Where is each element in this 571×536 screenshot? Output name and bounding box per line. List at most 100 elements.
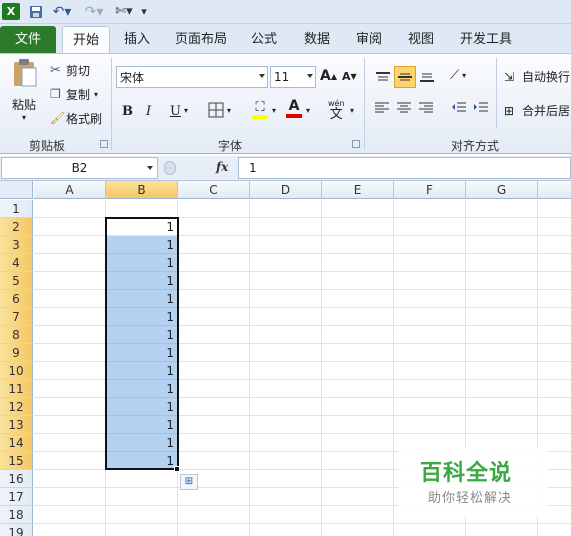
grow-font-label: A bbox=[320, 68, 331, 84]
align-center-button[interactable] bbox=[394, 102, 414, 114]
bold-button[interactable]: B bbox=[122, 104, 133, 119]
clipboard-launcher-icon[interactable] bbox=[100, 140, 108, 148]
col-header-b[interactable]: B bbox=[106, 181, 178, 199]
font-color-button[interactable]: A bbox=[286, 98, 302, 118]
row-header-6[interactable]: 6 bbox=[0, 290, 33, 308]
col-header-c[interactable]: C bbox=[178, 181, 250, 199]
cut-button[interactable]: ✂ 剪切 bbox=[50, 60, 90, 80]
undo-icon[interactable]: ↶▾ bbox=[50, 3, 74, 20]
fx-icon[interactable]: fx bbox=[216, 160, 228, 174]
formula-bar-handle[interactable] bbox=[164, 161, 176, 175]
tab-review[interactable]: 审阅 bbox=[348, 26, 390, 53]
row-header-11[interactable]: 11 bbox=[0, 380, 33, 398]
align-center-icon bbox=[397, 102, 411, 113]
orientation-button[interactable]: ⟋ ▾ bbox=[450, 68, 466, 83]
increase-indent-button[interactable] bbox=[472, 102, 490, 114]
excel-logo-icon[interactable]: X bbox=[2, 3, 20, 20]
border-button[interactable]: ▾ bbox=[208, 102, 231, 118]
wrap-text-button[interactable]: ⇲ 自动换行 bbox=[504, 68, 570, 85]
row-header-7[interactable]: 7 bbox=[0, 308, 33, 326]
row-header-15[interactable]: 15 bbox=[0, 452, 33, 470]
col-header-e[interactable]: E bbox=[322, 181, 394, 199]
save-icon[interactable] bbox=[28, 3, 44, 20]
copy-button[interactable]: ❐ 复制 ▾ bbox=[50, 84, 98, 104]
border-icon bbox=[208, 102, 224, 118]
quick-access-toolbar: X ↶▾ ↷▾ ✄▾ ▾ bbox=[0, 0, 571, 24]
col-header-g[interactable]: G bbox=[466, 181, 538, 199]
separator bbox=[364, 58, 365, 150]
row-header-5[interactable]: 5 bbox=[0, 272, 33, 290]
row-header-2[interactable]: 2 bbox=[0, 218, 33, 236]
align-right-button[interactable] bbox=[416, 102, 436, 114]
formula-bar: B2 fx 1 bbox=[0, 156, 571, 181]
col-header-d[interactable]: D bbox=[250, 181, 322, 199]
alignment-group-label: 对齐方式 bbox=[450, 139, 499, 153]
font-group-label: 字体 bbox=[217, 139, 242, 153]
row-header-17[interactable]: 17 bbox=[0, 488, 33, 506]
tab-data[interactable]: 数据 bbox=[296, 26, 338, 53]
underline-button[interactable]: U bbox=[170, 104, 181, 119]
col-header-a[interactable]: A bbox=[34, 181, 106, 199]
redo-icon[interactable]: ↷▾ bbox=[82, 3, 106, 20]
align-left-button[interactable] bbox=[372, 102, 392, 114]
align-top-button[interactable] bbox=[372, 66, 394, 88]
tab-view[interactable]: 视图 bbox=[400, 26, 442, 53]
format-painter-button[interactable]: 🖌 格式刷 bbox=[50, 108, 102, 128]
tab-page-layout[interactable]: 页面布局 bbox=[170, 26, 232, 53]
paint-bucket-icon: ⛶ bbox=[255, 100, 265, 115]
row-header-10[interactable]: 10 bbox=[0, 362, 33, 380]
row-header-4[interactable]: 4 bbox=[0, 254, 33, 272]
formula-value: 1 bbox=[249, 161, 257, 175]
col-header-f[interactable]: F bbox=[394, 181, 466, 199]
tab-insert[interactable]: 插入 bbox=[116, 26, 158, 53]
row-header-3[interactable]: 3 bbox=[0, 236, 33, 254]
name-box[interactable]: B2 bbox=[1, 157, 158, 179]
font-name-select[interactable]: 宋体 bbox=[116, 66, 268, 88]
fill-color-button[interactable]: ⛶ bbox=[252, 100, 268, 119]
italic-button[interactable]: I bbox=[146, 104, 151, 119]
paste-icon bbox=[14, 59, 37, 87]
align-middle-button[interactable] bbox=[394, 66, 416, 88]
row-header-12[interactable]: 12 bbox=[0, 398, 33, 416]
underline-dropdown-icon[interactable]: ▾ bbox=[184, 106, 188, 115]
row-header-16[interactable]: 16 bbox=[0, 470, 33, 488]
tab-home[interactable]: 开始 bbox=[62, 26, 110, 54]
copy-icon: ❐ bbox=[50, 87, 61, 101]
shrink-font-label: A bbox=[342, 70, 351, 83]
font-color-dropdown-icon[interactable]: ▾ bbox=[306, 106, 310, 115]
select-all-corner[interactable] bbox=[0, 181, 33, 199]
ribbon-tabs: 文件 开始 插入 页面布局 公式 数据 审阅 视图 开发工具 bbox=[0, 24, 571, 54]
paste-label: 粘贴 bbox=[11, 98, 36, 112]
merge-center-button[interactable]: ⊞ 合并后居 bbox=[504, 102, 570, 119]
font-launcher-icon[interactable] bbox=[352, 140, 360, 148]
fill-handle[interactable] bbox=[174, 466, 180, 472]
shrink-font-button[interactable]: A ▼ bbox=[342, 70, 357, 83]
decrease-indent-button[interactable] bbox=[450, 102, 468, 114]
clipboard-group-label: 剪贴板 bbox=[28, 139, 65, 153]
tab-formulas[interactable]: 公式 bbox=[244, 26, 284, 53]
qat-menu-icon[interactable]: ▾ bbox=[138, 3, 150, 20]
row-header-8[interactable]: 8 bbox=[0, 326, 33, 344]
tab-file[interactable]: 文件 bbox=[0, 26, 56, 53]
row-header-13[interactable]: 13 bbox=[0, 416, 33, 434]
row-header-1[interactable]: 1 bbox=[0, 200, 33, 218]
tab-developer[interactable]: 开发工具 bbox=[454, 26, 518, 53]
phonetic-dropdown-icon[interactable]: ▾ bbox=[350, 106, 354, 115]
row-header-19[interactable]: 19 bbox=[0, 524, 33, 536]
grow-font-button[interactable]: A ▲ bbox=[320, 68, 337, 84]
fill-color-dropdown-icon[interactable]: ▾ bbox=[272, 106, 276, 115]
phonetic-button[interactable]: wén 文 bbox=[328, 100, 345, 122]
font-size-select[interactable]: 11 bbox=[270, 66, 316, 88]
col-header-h[interactable] bbox=[538, 181, 571, 199]
paste-button[interactable]: 粘贴 ▾ bbox=[8, 58, 40, 128]
row-header-14[interactable]: 14 bbox=[0, 434, 33, 452]
auto-fill-options-icon[interactable]: ⊞ bbox=[180, 474, 198, 490]
row-header-18[interactable]: 18 bbox=[0, 506, 33, 524]
copy-label: 复制 bbox=[66, 87, 91, 102]
increase-indent-icon bbox=[474, 102, 488, 112]
format-painter-label: 格式刷 bbox=[66, 111, 103, 126]
formula-input[interactable]: 1 bbox=[238, 157, 571, 179]
align-bottom-button[interactable] bbox=[416, 66, 438, 88]
row-header-9[interactable]: 9 bbox=[0, 344, 33, 362]
customize-icon[interactable]: ✄▾ bbox=[112, 3, 136, 20]
